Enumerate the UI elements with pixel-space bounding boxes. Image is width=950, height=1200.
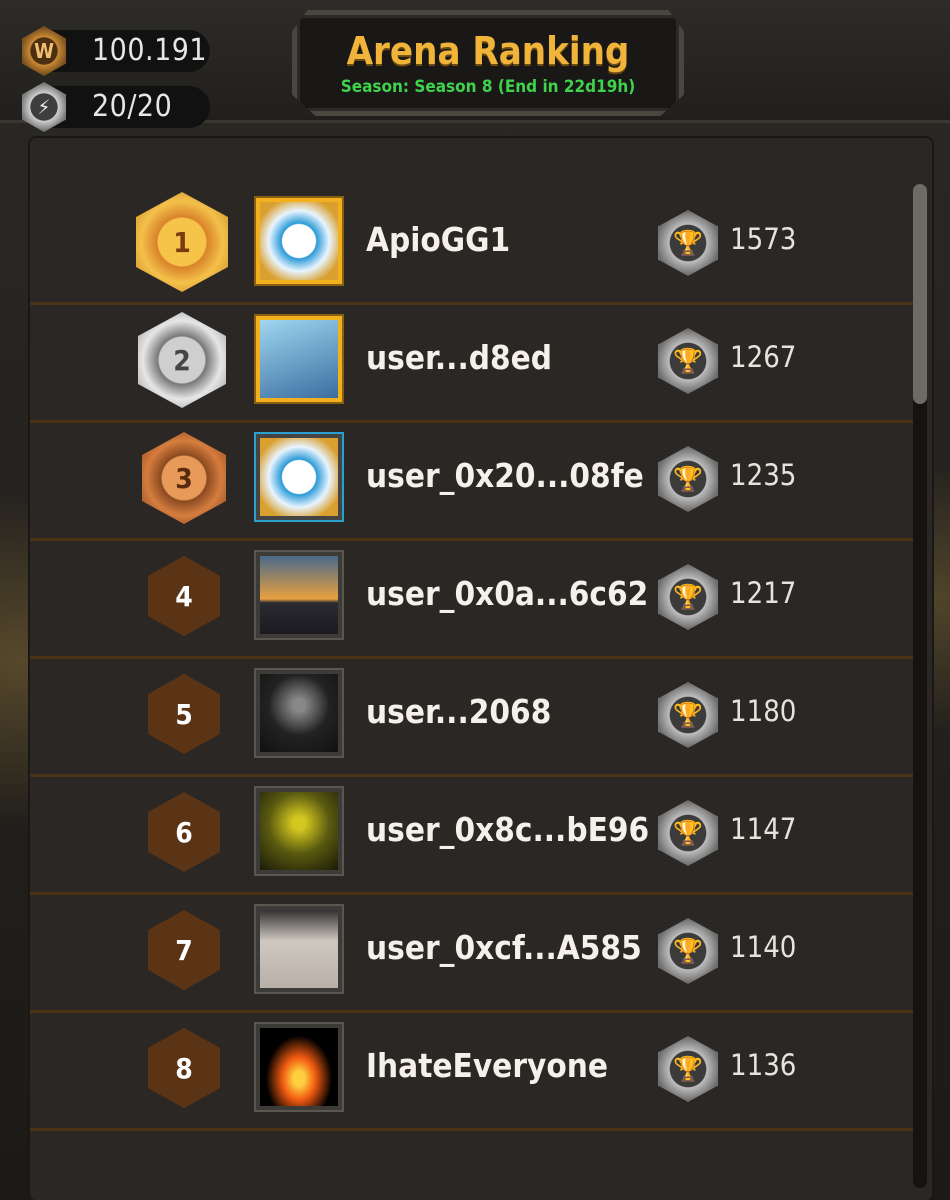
guild-logo-avatar[interactable] [254,432,344,522]
rank-badge: 1 [136,192,228,292]
player-score: 1267 [730,340,797,374]
knight-avatar[interactable] [254,786,344,876]
player-score: 1147 [730,812,797,846]
player-score: 1235 [730,458,797,492]
ranking-row[interactable]: 3 user_0x20...08fe 🏆 1235 [30,420,915,541]
player-name[interactable]: IhateEveryone [366,1046,608,1085]
trophy-icon: 🏆 [658,564,718,630]
player-name[interactable]: user...2068 [366,692,551,731]
ranking-row[interactable]: 4 user_0x0a...6c62 🏆 1217 [30,538,915,659]
rank-badge: 2 [138,312,226,408]
ranking-row[interactable]: 2 user...d8ed 🏆 1267 [30,302,915,423]
ranking-row[interactable]: 7 user_0xcf...A585 🏆 1140 [30,892,915,1013]
fire-avatar[interactable] [254,1022,344,1112]
player-name[interactable]: ApioGG1 [366,220,510,259]
trophy-icon: 🏆 [658,682,718,748]
rank-badge: 6 [148,792,220,872]
w-coin-balance[interactable]: W 100.191 [22,26,210,76]
trophy-icon: 🏆 [658,446,718,512]
rank-badge: 3 [142,432,226,524]
guild-logo-avatar[interactable] [254,196,344,286]
player-score: 1140 [730,930,797,964]
skeleton-avatar[interactable] [254,668,344,758]
scrollbar[interactable] [913,184,927,1188]
ranking-row[interactable]: 8 IhateEveryone 🏆 1136 [30,1010,915,1131]
trophy-icon: 🏆 [658,800,718,866]
rank-badge: 4 [148,556,220,636]
player-name[interactable]: user_0x20...08fe [366,456,644,495]
sunset-avatar[interactable] [254,550,344,640]
trophy-icon: 🏆 [658,1036,718,1102]
season-info: Season: Season 8 (End in 22d19h) [340,77,636,97]
energy-balance[interactable]: ⚡ 20/20 [22,82,210,132]
ranking-row[interactable]: 1 ApioGG1 🏆 1573 [30,184,915,305]
rank-badge: 8 [148,1028,220,1108]
ranking-row-partial[interactable] [30,1128,915,1168]
title-frame: Arena Ranking Season: Season 8 (End in 2… [292,10,684,116]
trophy-icon: 🏆 [658,918,718,984]
player-score: 1180 [730,694,797,728]
page-title: Arena Ranking [346,29,630,73]
player-name[interactable]: user_0xcf...A585 [366,928,642,967]
top-bar: W 100.191 ⚡ 20/20 Arena Ranking Season: … [0,0,950,132]
w-coin-value: 100.191 [92,33,208,68]
ranking-row[interactable]: 6 user_0x8c...bE96 🏆 1147 [30,774,915,895]
cat-meme-avatar[interactable] [254,904,344,994]
trophy-icon: 🏆 [658,328,718,394]
person-photo-avatar[interactable] [254,314,344,404]
ranking-row[interactable]: 5 user...2068 🏆 1180 [30,656,915,777]
ranking-panel: 1 ApioGG1 🏆 1573 2 user...d8ed 🏆 1267 3 user_0x20… [30,138,932,1200]
player-name[interactable]: user_0x8c...bE96 [366,810,649,849]
rank-badge: 7 [148,910,220,990]
scrollbar-thumb[interactable] [913,184,927,404]
player-name[interactable]: user_0x0a...6c62 [366,574,648,613]
w-coin-icon: W [22,26,66,76]
player-score: 1136 [730,1048,797,1082]
player-name[interactable]: user...d8ed [366,338,552,377]
rank-badge: 5 [148,674,220,754]
player-score: 1217 [730,576,797,610]
energy-value: 20/20 [92,89,173,124]
player-score: 1573 [730,222,797,256]
trophy-icon: 🏆 [658,210,718,276]
